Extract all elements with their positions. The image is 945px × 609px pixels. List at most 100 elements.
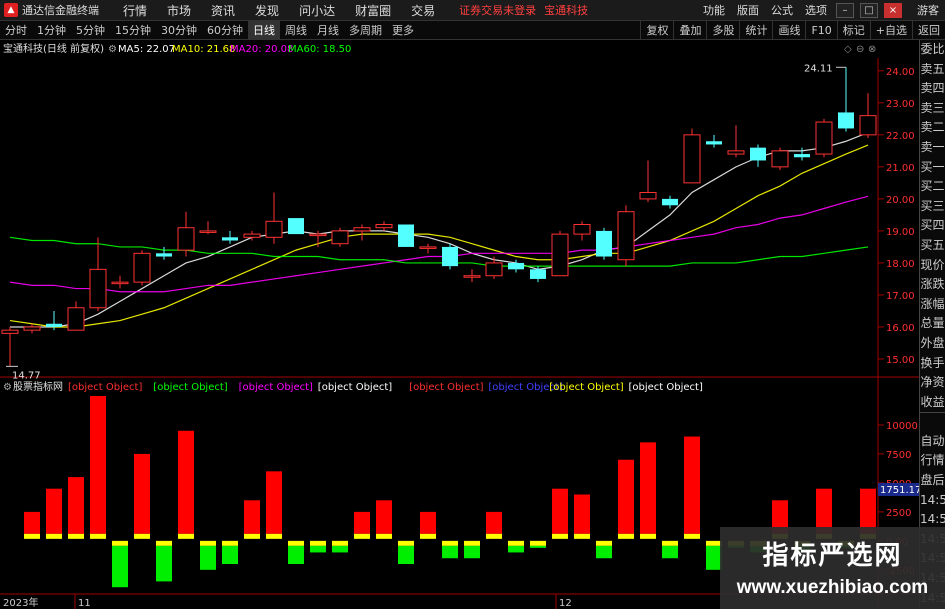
indicator-bar[interactable] — [376, 500, 392, 539]
tab-daily[interactable]: 日线 — [248, 20, 280, 40]
menu-wealth[interactable]: 财富圈 — [345, 2, 401, 19]
candle[interactable] — [111, 275, 129, 289]
overlay-button[interactable]: 叠加 — [673, 20, 706, 40]
side-panel-item[interactable]: 涨幅 — [920, 295, 945, 315]
indicator-bar[interactable] — [288, 540, 304, 565]
tab-intraday[interactable]: 分时 — [0, 21, 32, 40]
candle[interactable] — [243, 230, 261, 241]
close-icon[interactable]: × — [884, 2, 902, 18]
side-panel-item[interactable]: 14:50 — [920, 491, 945, 511]
menu-quotes[interactable]: 行情 — [113, 2, 157, 19]
candle[interactable] — [89, 237, 107, 311]
indicator-bar[interactable] — [530, 540, 546, 548]
candle[interactable] — [596, 227, 612, 260]
candle[interactable] — [463, 269, 481, 283]
side-panel-item[interactable]: 盘后 — [920, 471, 945, 491]
side-panel-item[interactable]: 行情 — [920, 451, 945, 471]
indicator-bar[interactable] — [398, 540, 414, 565]
indicator-bar[interactable] — [24, 511, 40, 539]
side-panel-item[interactable]: 买三 — [920, 197, 945, 217]
indicator-bar[interactable] — [486, 511, 502, 539]
candle[interactable] — [23, 323, 41, 334]
menu-ask[interactable]: 问小达 — [289, 2, 345, 19]
candle[interactable] — [177, 211, 195, 257]
candle[interactable] — [67, 301, 85, 331]
candle[interactable] — [199, 221, 217, 235]
candle[interactable] — [222, 230, 238, 244]
menu-formula[interactable]: 公式 — [765, 2, 799, 18]
candle[interactable] — [683, 128, 701, 184]
indicator-bar[interactable] — [90, 396, 106, 539]
add-watchlist-button[interactable]: +自选 — [869, 20, 912, 40]
tab-1min[interactable]: 1分钟 — [32, 21, 71, 40]
minimize-icon[interactable]: – — [836, 2, 854, 18]
indicator-bar[interactable] — [464, 540, 480, 559]
candle[interactable] — [662, 195, 678, 209]
candle[interactable] — [398, 224, 414, 247]
indicator-bar[interactable] — [574, 494, 590, 539]
indicator-bar[interactable] — [442, 540, 458, 559]
indicator-bar[interactable] — [46, 488, 62, 539]
maximize-icon[interactable]: □ — [860, 2, 878, 18]
menu-function[interactable]: 功能 — [697, 2, 731, 18]
menu-market[interactable]: 市场 — [157, 2, 201, 19]
side-panel-item[interactable]: 总量 — [920, 314, 945, 334]
side-panel-item[interactable]: 买五 — [920, 236, 945, 256]
tab-monthly[interactable]: 月线 — [312, 21, 344, 40]
menu-discover[interactable]: 发现 — [245, 2, 289, 19]
side-panel-item[interactable]: 涨跌 — [920, 275, 945, 295]
mark-button[interactable]: 标记 — [836, 20, 870, 40]
menu-options[interactable]: 选项 — [799, 2, 833, 18]
indicator-bar[interactable] — [134, 453, 150, 539]
candle[interactable] — [265, 192, 283, 244]
candle[interactable] — [353, 224, 371, 241]
candle[interactable] — [771, 147, 789, 171]
side-panel-item[interactable]: 卖二 — [920, 118, 945, 138]
menu-trade[interactable]: 交易 — [401, 2, 445, 19]
side-panel-item[interactable]: 卖四 — [920, 79, 945, 99]
side-panel-item[interactable]: 买四 — [920, 216, 945, 236]
menu-news[interactable]: 资讯 — [201, 2, 245, 19]
indicator-bar[interactable] — [266, 471, 282, 539]
stats-button[interactable]: 统计 — [739, 20, 772, 40]
indicator-bar[interactable] — [112, 540, 128, 588]
indicator-bar[interactable] — [662, 540, 678, 559]
candle[interactable] — [838, 67, 854, 132]
indicator-bar[interactable] — [156, 540, 172, 582]
indicator-bar[interactable] — [200, 540, 216, 570]
candle[interactable] — [750, 144, 766, 167]
tab-60min[interactable]: 60分钟 — [202, 21, 248, 40]
side-panel-item[interactable]: 委比 — [920, 40, 945, 60]
indicator-bar[interactable] — [332, 540, 348, 553]
candle[interactable] — [331, 227, 349, 247]
candle[interactable] — [639, 160, 657, 203]
candle[interactable] — [573, 221, 591, 241]
candle[interactable] — [815, 118, 833, 158]
indicator-settings-icon[interactable]: ⚙ — [3, 382, 12, 393]
candle[interactable] — [485, 256, 503, 279]
candle[interactable] — [419, 243, 437, 254]
indicator-bar[interactable] — [354, 511, 370, 539]
side-panel-item[interactable]: 现价 — [920, 256, 945, 276]
indicator-bar[interactable] — [420, 511, 436, 539]
side-panel-item[interactable]: 买一 — [920, 158, 945, 178]
tab-30min[interactable]: 30分钟 — [156, 21, 202, 40]
candle[interactable] — [617, 205, 635, 267]
tab-weekly[interactable]: 周线 — [280, 21, 312, 40]
side-panel-item[interactable] — [920, 412, 945, 432]
side-panel-item[interactable]: 净资 — [920, 373, 945, 393]
side-panel-item[interactable]: 换手 — [920, 354, 945, 374]
candle[interactable] — [859, 93, 877, 139]
f10-button[interactable]: F10 — [805, 20, 836, 40]
tab-5min[interactable]: 5分钟 — [71, 21, 110, 40]
side-panel-item[interactable]: 自动 — [920, 432, 945, 452]
indicator-bar[interactable] — [684, 436, 700, 539]
collapse-icon[interactable]: ◇ — [844, 44, 852, 55]
candle[interactable] — [727, 125, 745, 158]
candle[interactable] — [551, 230, 569, 277]
side-panel-item[interactable]: 卖一 — [920, 138, 945, 158]
zoom-icon[interactable]: ⊖ — [856, 44, 864, 55]
indicator-bar[interactable] — [68, 477, 84, 539]
indicator-bar[interactable] — [508, 540, 524, 553]
candle[interactable] — [288, 218, 304, 235]
